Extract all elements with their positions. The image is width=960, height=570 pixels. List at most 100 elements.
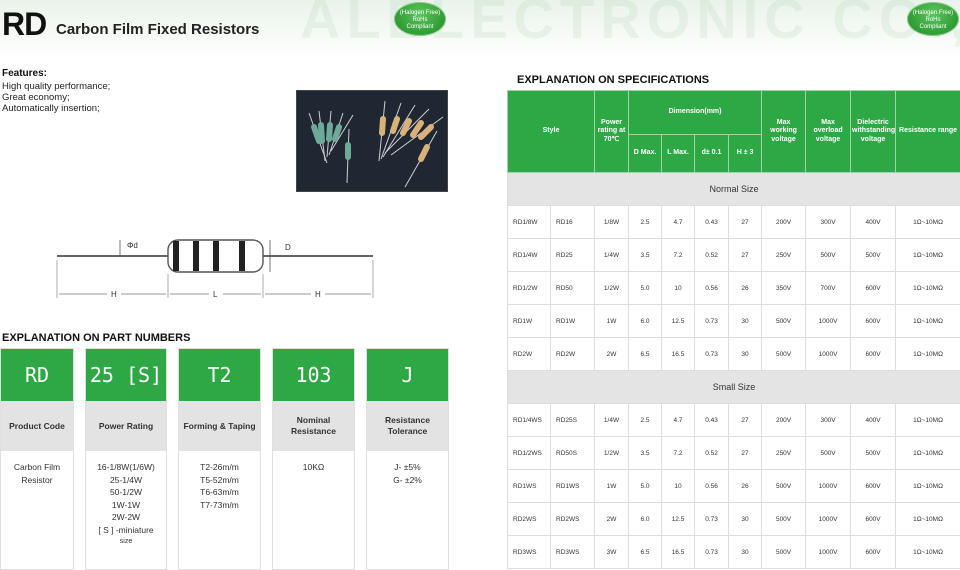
table-row: RD2W RD2W 2W 6.5 16.5 0.73 30 500V 1000V 600V 1Ω~1… — [507, 337, 960, 371]
section-header-row: Small Size — [506, 370, 960, 404]
table-cell: RD2W — [507, 337, 551, 371]
table-cell: 4.7 — [661, 205, 696, 239]
table-cell: 1/4W — [594, 403, 630, 437]
table-cell: 12.5 — [661, 502, 696, 536]
dimension-drawing-svg: Φd D H L H — [56, 239, 374, 299]
table-cell: 4.7 — [661, 403, 696, 437]
table-cell: 1000V — [805, 502, 852, 536]
table-row: RD2WS RD2WS 2W 6.0 12.5 0.73 30 500V 1000V 600V 1Ω… — [507, 502, 960, 536]
table-cell: 6.5 — [628, 535, 663, 569]
table-cell: 1Ω~10MΩ — [895, 403, 960, 437]
part-code: RD — [1, 349, 73, 401]
part-label: Resistance Tolerance — [367, 401, 448, 451]
table-cell: 500V — [761, 337, 807, 371]
header-resistance-range: Resistance range — [895, 90, 960, 173]
table-cell: RD1W — [549, 304, 596, 338]
section-header-row: Normal Size — [506, 172, 960, 206]
table-cell: 1W — [594, 469, 630, 503]
table-cell: 300V — [805, 205, 852, 239]
table-cell: 600V — [850, 337, 897, 371]
dimension-drawing: Φd D H L H — [55, 228, 375, 304]
table-cell: 1Ω~10MΩ — [895, 238, 960, 272]
table-cell: 16.5 — [661, 337, 696, 371]
section-name: Normal Size — [506, 172, 960, 206]
table-cell: RD1WS — [549, 469, 596, 503]
table-cell: 1Ω~10MΩ — [895, 271, 960, 305]
table-cell: 27 — [728, 403, 763, 437]
table-cell: 1W — [594, 304, 630, 338]
table-cell: 3.5 — [628, 238, 663, 272]
table-cell: 600V — [850, 271, 897, 305]
table-cell: 350V — [761, 271, 807, 305]
feature-item: Automatically insertion; — [2, 103, 100, 114]
table-cell: 500V — [850, 436, 897, 470]
table-cell: 16.5 — [661, 535, 696, 569]
diameter-label: Φd — [127, 241, 138, 250]
table-cell: 500V — [761, 502, 807, 536]
table-cell: 30 — [728, 535, 763, 569]
part-code: 25 [S] — [86, 349, 166, 401]
table-cell: 0.52 — [694, 238, 730, 272]
specifications-title: EXPLANATION ON SPECIFICATIONS — [517, 74, 710, 86]
table-cell: 1/2W — [594, 271, 630, 305]
part-desc: 10KΩ — [302, 462, 325, 472]
part-desc: 16-1/8W(1/6W) 25-1/4W 50-1/2W 1W-1W 2W-2… — [97, 462, 155, 545]
table-cell: 250V — [761, 436, 807, 470]
table-cell: RD50 — [549, 271, 596, 305]
table-cell: 500V — [850, 238, 897, 272]
part-label: Nominal Resistance — [273, 401, 354, 451]
table-cell: 500V — [805, 238, 852, 272]
table-cell: 1Ω~10MΩ — [895, 337, 960, 371]
table-cell: 500V — [761, 535, 807, 569]
table-cell: 1Ω~10MΩ — [895, 205, 960, 239]
table-cell: 0.73 — [694, 337, 730, 371]
features-title: Features: — [2, 68, 48, 79]
table-cell: 0.43 — [694, 205, 730, 239]
specifications-table: Style Power rating at 70℃ Dimension(mm) … — [506, 90, 960, 569]
part-card-product-code: RD Product Code Carbon Film Resistor — [0, 348, 74, 570]
body-length-label: L — [213, 290, 218, 299]
table-cell: 0.56 — [694, 271, 730, 305]
rohs-badge: (Halogen Free) RoHs Compliant — [394, 2, 446, 36]
table-cell: 0.56 — [694, 469, 730, 503]
part-card-resistance-tolerance: J Resistance Tolerance J- ±5% G- ±2% — [366, 348, 449, 570]
table-cell: 1/2W — [594, 436, 630, 470]
table-cell: 30 — [728, 337, 763, 371]
product-title: Carbon Film Fixed Resistors — [56, 21, 260, 38]
table-cell: 6.5 — [628, 337, 663, 371]
table-cell: 10 — [661, 469, 696, 503]
header-d-tolerance: d± 0.1 — [694, 134, 730, 173]
table-cell: RD1/2WS — [507, 436, 551, 470]
resistor-photo — [296, 90, 448, 192]
table-cell: 1/4W — [594, 238, 630, 272]
header-d-max: D Max. — [628, 134, 663, 173]
table-cell: 30 — [728, 502, 763, 536]
table-cell: 7.2 — [661, 436, 696, 470]
table-cell: RD1W — [507, 304, 551, 338]
table-cell: 1000V — [805, 535, 852, 569]
table-cell: 3.5 — [628, 436, 663, 470]
table-cell: 1Ω~10MΩ — [895, 469, 960, 503]
table-cell: 200V — [761, 205, 807, 239]
part-desc: Carbon Film Resistor — [13, 462, 61, 485]
table-cell: RD1/2W — [507, 271, 551, 305]
table-cell: 0.73 — [694, 304, 730, 338]
table-cell: 5.0 — [628, 271, 663, 305]
table-row: RD1W RD1W 1W 6.0 12.5 0.73 30 500V 1000V 600V 1Ω~1… — [507, 304, 960, 338]
table-cell: 1Ω~10MΩ — [895, 502, 960, 536]
table-cell: 1000V — [805, 337, 852, 371]
table-cell: RD2WS — [549, 502, 596, 536]
part-code: J — [367, 349, 448, 401]
table-cell: 200V — [761, 403, 807, 437]
table-cell: RD25 — [549, 238, 596, 272]
lead-length-label-left: H — [111, 290, 117, 299]
table-cell: 300V — [805, 403, 852, 437]
table-cell: RD3WS — [507, 535, 551, 569]
table-cell: RD1/4W — [507, 238, 551, 272]
feature-list: High quality performance; Great economy;… — [2, 81, 110, 114]
header-h-tolerance: H ± 3 — [728, 134, 763, 173]
table-cell: 0.73 — [694, 535, 730, 569]
table-cell: 600V — [850, 469, 897, 503]
table-cell: 500V — [761, 304, 807, 338]
table-cell: 500V — [761, 469, 807, 503]
